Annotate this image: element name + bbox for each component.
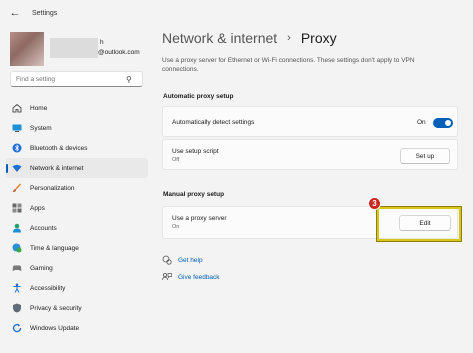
brush-icon [12, 183, 22, 193]
app-title: Settings [32, 9, 58, 17]
sidebar-item-privacy[interactable]: Privacy & security [6, 298, 148, 318]
highlight-frame [376, 206, 462, 242]
monitor-icon [12, 123, 22, 133]
toggle-knob [445, 120, 451, 126]
proxy-server-state: On [172, 224, 180, 230]
sidebar: h @outlook.com ⚲ Home System [0, 26, 150, 353]
get-help-link[interactable]: Get help [162, 255, 203, 265]
sidebar-item-label: Accessibility [30, 284, 66, 292]
auto-proxy-section-title: Automatic proxy setup [163, 93, 234, 100]
setup-script-state: Off [172, 157, 180, 163]
user-name: h [100, 39, 104, 46]
chevron-right-icon: › [287, 32, 291, 44]
sidebar-item-accessibility[interactable]: Accessibility [6, 278, 148, 298]
sidebar-item-gaming[interactable]: Gaming [6, 258, 148, 278]
sidebar-item-windows-update[interactable]: Windows Update [6, 318, 148, 338]
auto-detect-label: Automatically detect settings [172, 119, 255, 126]
sidebar-item-label: Personalization [30, 184, 75, 192]
sidebar-item-personalization[interactable]: Personalization [6, 178, 148, 198]
sidebar-item-network[interactable]: Network & internet [6, 158, 148, 178]
sidebar-item-label: Privacy & security [30, 304, 82, 312]
step-number-badge: 3 [368, 197, 381, 210]
sidebar-item-label: Bluetooth & devices [30, 144, 88, 152]
sidebar-item-label: Windows Update [30, 324, 80, 332]
sidebar-item-label: System [30, 124, 52, 132]
auto-detect-card: Automatically detect settings On [162, 106, 458, 137]
avatar [10, 32, 44, 66]
main-content: Network & internet › Proxy Use a proxy s… [152, 26, 473, 353]
give-feedback-link[interactable]: Give feedback [162, 272, 220, 282]
update-icon [12, 323, 22, 333]
give-feedback-text[interactable]: Give feedback [178, 274, 220, 281]
bluetooth-icon [12, 143, 22, 153]
setup-script-label: Use setup script [172, 148, 219, 155]
sidebar-item-system[interactable]: System [6, 118, 148, 138]
wifi-icon [12, 163, 22, 173]
search-icon[interactable]: ⚲ [126, 75, 132, 84]
feedback-icon [162, 272, 172, 282]
home-icon [12, 103, 22, 113]
auto-detect-state: On [417, 119, 426, 126]
sidebar-item-label: Network & internet [30, 164, 84, 172]
sidebar-item-label: Accounts [30, 224, 57, 232]
breadcrumb: Network & internet › Proxy [162, 30, 337, 46]
manual-proxy-section-title: Manual proxy setup [163, 191, 225, 198]
title-bar: ← Settings [0, 0, 473, 26]
setup-script-card: Use setup script Off Set up [162, 139, 458, 170]
sidebar-item-apps[interactable]: Apps [6, 198, 148, 218]
accessibility-icon [12, 283, 22, 293]
sidebar-item-accounts[interactable]: Accounts [6, 218, 148, 238]
sidebar-item-label: Gaming [30, 264, 53, 272]
search-box[interactable]: ⚲ [10, 71, 143, 87]
user-profile[interactable]: h @outlook.com [10, 32, 150, 68]
apps-icon [12, 203, 22, 213]
sidebar-nav: Home System Bluetooth & devices Network … [6, 98, 148, 338]
page-description: Use a proxy server for Ethernet or Wi-Fi… [162, 57, 415, 73]
help-chat-icon [162, 255, 172, 265]
auto-detect-toggle[interactable] [433, 118, 453, 128]
search-input[interactable] [11, 75, 126, 83]
sidebar-item-bluetooth[interactable]: Bluetooth & devices [6, 138, 148, 158]
shield-icon [12, 303, 22, 313]
sidebar-item-label: Apps [30, 204, 45, 212]
proxy-server-label: Use a proxy server [172, 215, 227, 222]
sidebar-item-label: Home [30, 104, 48, 112]
globe-clock-icon [12, 243, 22, 253]
user-email: @outlook.com [98, 49, 140, 56]
settings-window: ← Settings h @outlook.com ⚲ Home [0, 0, 474, 353]
person-icon [12, 223, 22, 233]
sidebar-item-label: Time & language [30, 244, 79, 252]
get-help-text[interactable]: Get help [178, 257, 203, 264]
redacted-name-block [50, 38, 98, 58]
page-title: Proxy [300, 30, 337, 46]
sidebar-item-time-language[interactable]: Time & language [6, 238, 148, 258]
back-arrow-icon[interactable]: ← [4, 2, 26, 24]
setup-button[interactable]: Set up [400, 148, 450, 164]
controller-icon [12, 263, 22, 273]
sidebar-item-home[interactable]: Home [6, 98, 148, 118]
breadcrumb-parent[interactable]: Network & internet [162, 30, 277, 46]
